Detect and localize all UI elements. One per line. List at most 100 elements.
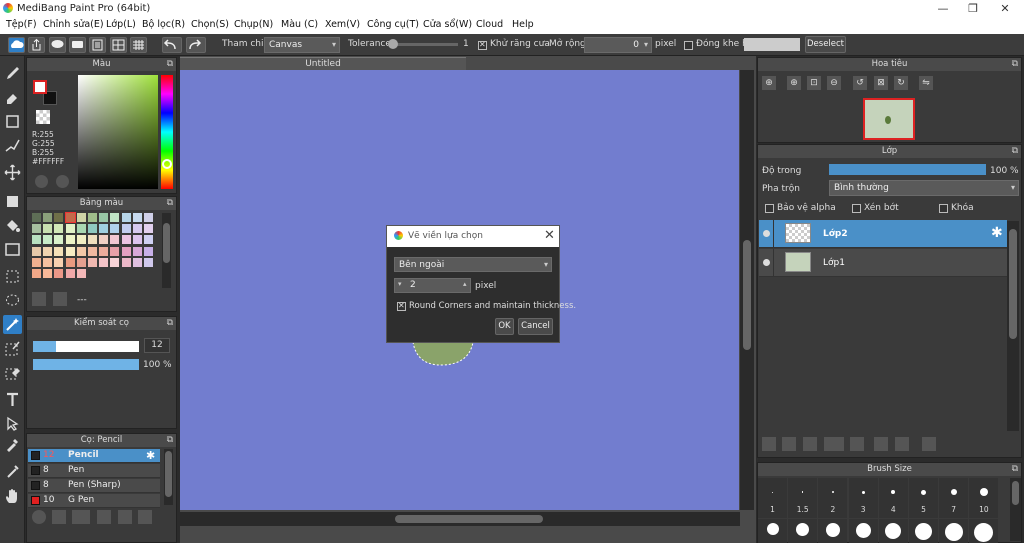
lock-checkbox[interactable] (939, 204, 948, 213)
lasso-tool-icon[interactable] (3, 291, 22, 310)
saturation-value-picker[interactable] (78, 75, 158, 189)
menu-help[interactable]: Help (512, 19, 534, 30)
palette-scrollbar[interactable] (162, 213, 171, 288)
hand-tool-icon[interactable] (3, 487, 22, 506)
dropper-tool-icon[interactable] (3, 435, 22, 454)
zoom-fit-icon[interactable]: ⊕ (762, 76, 776, 90)
brush-settings-icon[interactable] (97, 510, 111, 524)
close-gap-checkbox[interactable] (684, 41, 693, 50)
brush-size-cell[interactable] (758, 519, 787, 543)
brush-list-item[interactable]: 8 Pen (28, 464, 160, 478)
palette-swatch[interactable] (88, 246, 97, 256)
eraser-tool-icon[interactable] (3, 88, 22, 107)
minimize-icon[interactable]: — (928, 0, 958, 17)
ok-button[interactable]: OK (495, 318, 514, 335)
palette-swatch[interactable] (76, 246, 86, 256)
palette-swatch[interactable] (99, 246, 109, 256)
panel-popout-icon[interactable]: ⧉ (167, 317, 173, 330)
palette-swatch[interactable] (32, 246, 41, 256)
palette-swatch[interactable] (32, 224, 41, 234)
new-8bit-layer-icon[interactable] (803, 437, 817, 451)
palette-swatch[interactable] (76, 213, 86, 222)
menu-select[interactable]: Chọn(S) (191, 19, 229, 30)
clipping-checkbox[interactable] (852, 204, 861, 213)
transparent-color-swatch[interactable] (36, 110, 50, 124)
palette-swatch[interactable] (99, 257, 109, 267)
brush-list-item[interactable]: 8 Pen (Sharp) (28, 479, 160, 493)
zoom-in-icon[interactable]: ⊕ (787, 76, 801, 90)
brush-list-scroll-thumb[interactable] (165, 451, 172, 497)
panel-popout-icon[interactable]: ⧉ (167, 197, 173, 210)
canvas-vscroll-thumb[interactable] (743, 240, 751, 350)
palette-swatch[interactable] (121, 213, 131, 222)
merge-layer-icon[interactable] (895, 437, 909, 451)
brush-opacity-slider[interactable] (33, 359, 139, 370)
brush-size-cell[interactable]: 10 (969, 478, 999, 518)
brush-size-cell[interactable] (878, 519, 908, 543)
palette-swatch[interactable] (76, 269, 86, 278)
menu-view[interactable]: Xem(V) (325, 19, 360, 30)
layer-list-scrollbar[interactable] (1007, 221, 1019, 431)
palette-swatch[interactable] (88, 224, 97, 234)
palette-swatch[interactable] (110, 246, 120, 256)
new-palette-icon[interactable] (32, 292, 46, 306)
primary-color-swatch[interactable] (33, 80, 47, 94)
layer-row[interactable]: Lớp2 ✱ (759, 220, 1007, 248)
palette-swatch[interactable] (121, 257, 131, 267)
palette-swatch[interactable] (121, 246, 131, 256)
palette-swatch[interactable] (144, 257, 153, 267)
palette-grid[interactable] (29, 212, 159, 288)
stroke-width-stepper[interactable]: ▾ 2 ▴ (394, 278, 471, 293)
palette-swatch[interactable] (54, 235, 64, 245)
grid-icon[interactable] (130, 37, 147, 53)
palette-swatch[interactable] (54, 269, 64, 278)
menu-cloud[interactable]: Cloud (476, 19, 503, 30)
brush-size-cell[interactable]: 1.5 (788, 478, 818, 518)
canvas-hscrollbar[interactable] (180, 512, 740, 526)
palette-swatch[interactable] (132, 213, 142, 222)
palette-swatch[interactable] (76, 224, 86, 234)
palette-swatch[interactable] (43, 224, 53, 234)
brush-size-cell[interactable] (788, 519, 818, 543)
layer-list-scroll-thumb[interactable] (1009, 229, 1017, 339)
menu-capture[interactable]: Chụp(N) (234, 19, 273, 30)
brush-size-input[interactable]: 12 (144, 338, 170, 353)
cancel-button[interactable]: Cancel (518, 318, 553, 335)
comment-icon[interactable] (49, 37, 66, 53)
pen-curve-tool-icon[interactable] (3, 136, 22, 155)
palette-swatch[interactable] (43, 269, 53, 278)
layer-visibility-icon[interactable] (763, 259, 770, 266)
panel-popout-icon[interactable]: ⧉ (1012, 145, 1018, 158)
menu-tools[interactable]: Công cụ(T) (367, 19, 419, 30)
tolerance-slider[interactable] (388, 39, 458, 49)
palette-swatch[interactable] (43, 213, 53, 222)
add-layer-dropdown-icon[interactable] (824, 437, 844, 451)
palette-swatch[interactable] (121, 224, 131, 234)
undo-icon[interactable] (162, 37, 182, 53)
layer-visibility-icon[interactable] (763, 230, 770, 237)
brush-size-cell[interactable]: 3 (848, 478, 878, 518)
brush-size-cell[interactable] (848, 519, 878, 543)
layer-row[interactable]: Lớp1 (759, 249, 1007, 277)
palette-swatch[interactable] (65, 224, 75, 234)
gradient-tool-icon[interactable] (3, 240, 22, 259)
cloud-icon[interactable] (8, 37, 25, 53)
menu-filter[interactable]: Bộ lọc(R) (142, 19, 185, 30)
brush-size-cell[interactable]: 5 (909, 478, 938, 518)
stroke-width-increment-icon[interactable]: ▴ (463, 280, 467, 288)
palette-swatch[interactable] (65, 235, 75, 245)
hue-slider-thumb[interactable] (162, 159, 172, 169)
rotate-right-icon[interactable]: ↻ (894, 76, 908, 90)
palette-scroll-thumb[interactable] (163, 223, 170, 263)
brush-size-cell[interactable]: 2 (818, 478, 848, 518)
panel-popout-icon[interactable]: ⧉ (167, 434, 173, 447)
palette-swatch[interactable] (76, 235, 86, 245)
palette-swatch[interactable] (65, 257, 75, 267)
brush-tool-icon[interactable] (3, 64, 22, 83)
palette-swatch[interactable] (43, 235, 53, 245)
round-corners-checkbox[interactable] (397, 301, 406, 311)
palette-swatch[interactable] (144, 246, 153, 256)
message-icon[interactable] (69, 37, 86, 53)
move-tool-icon[interactable] (3, 163, 22, 182)
palette-swatch[interactable] (32, 235, 41, 245)
